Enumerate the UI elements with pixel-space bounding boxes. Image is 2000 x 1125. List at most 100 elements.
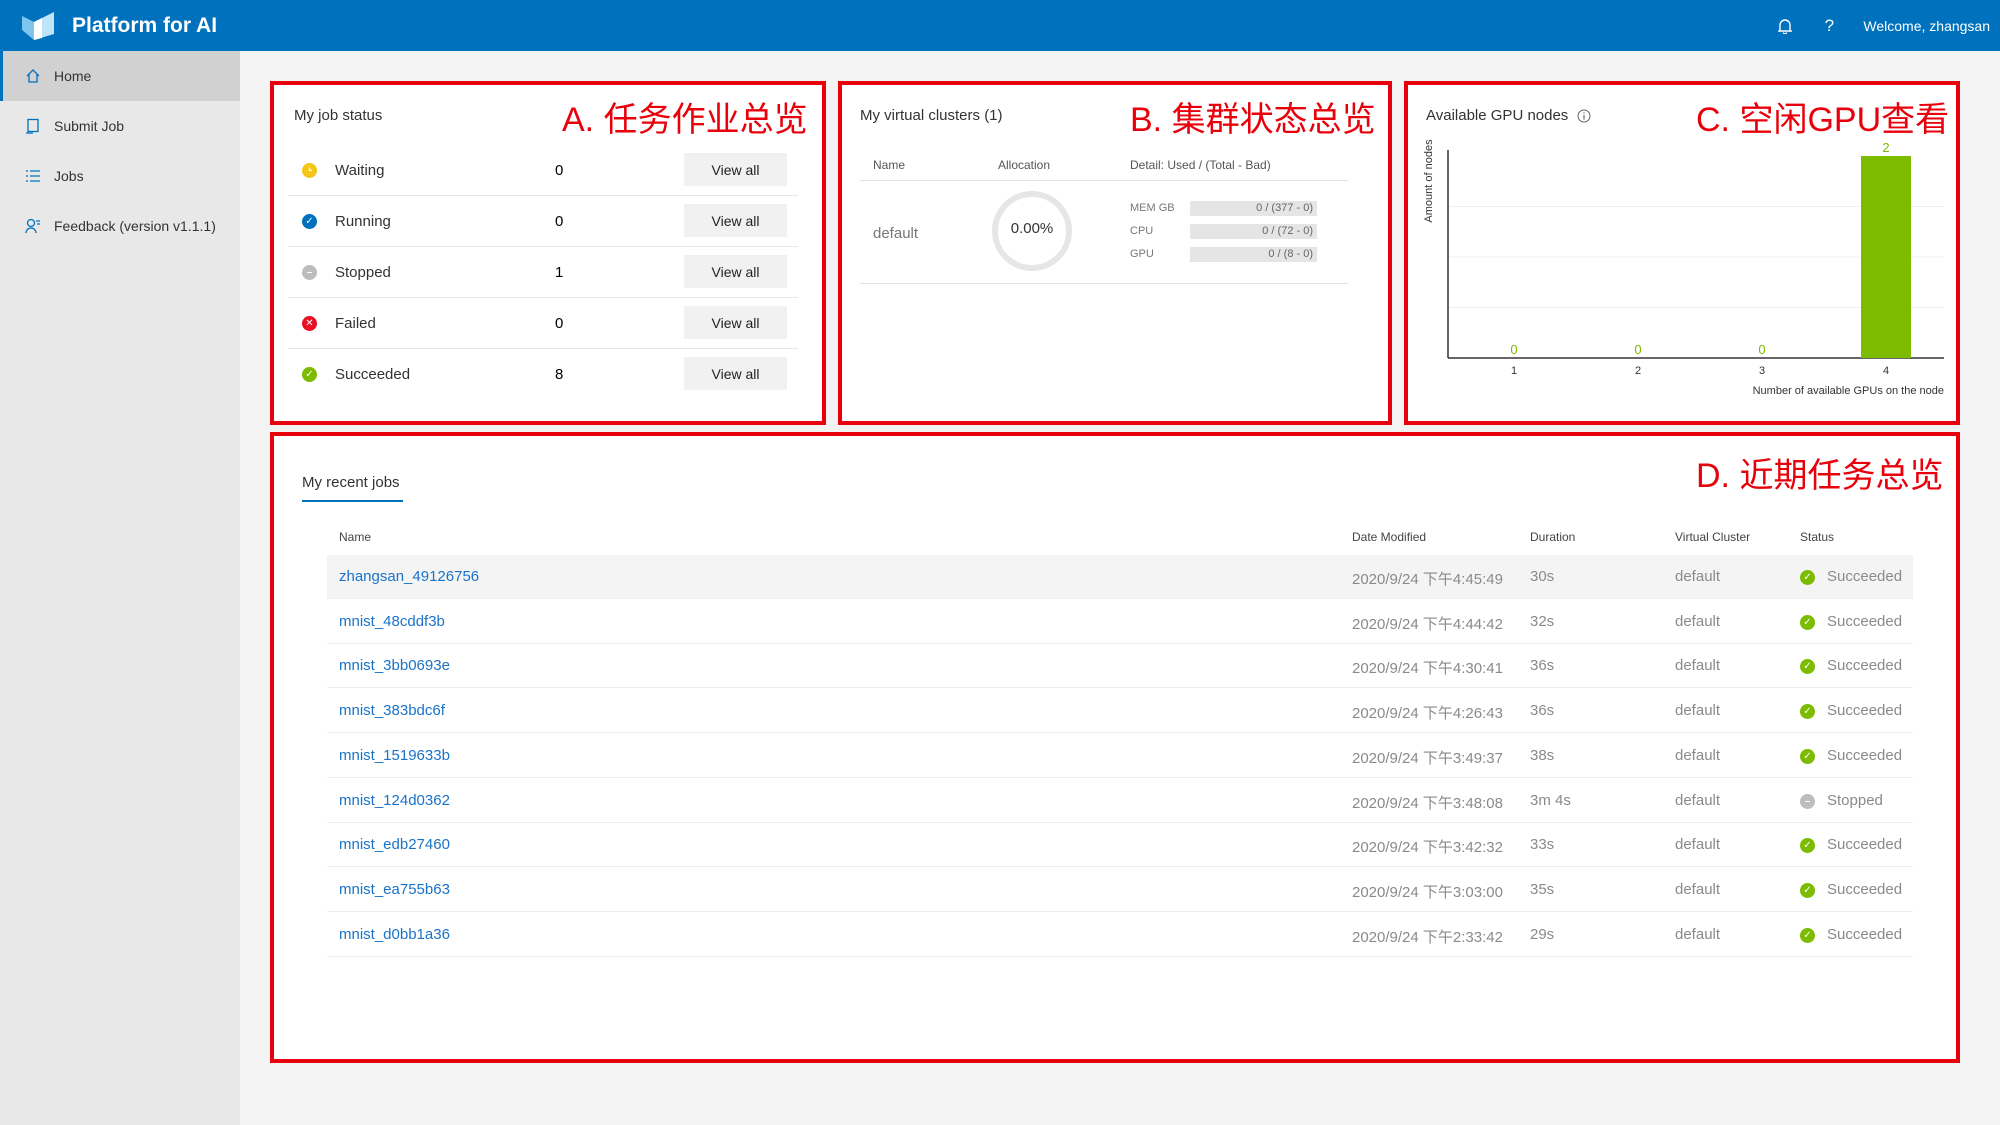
allocation-value: 0.00%: [1010, 220, 1054, 237]
running-icon: ✓: [302, 214, 317, 229]
table-row[interactable]: mnist_383bdc6f 2020/9/24 下午4:26:43 36s defa…: [327, 689, 1913, 734]
job-date: 2020/9/24 下午2:33:42: [1352, 928, 1503, 946]
table-row[interactable]: mnist_48cddf3b 2020/9/24 下午4:44:42 32s defa…: [327, 600, 1913, 644]
chart-data-label: 0: [1510, 342, 1517, 357]
job-duration: 3m 4s: [1530, 791, 1571, 809]
table-row[interactable]: mnist_3bb0693e 2020/9/24 下午4:30:41 36s defa…: [327, 644, 1913, 689]
status-label: Running: [335, 213, 391, 230]
sidebar-item-feedback[interactable]: Feedback (version v1.1.1): [0, 201, 240, 251]
top-bar: Platform for AI ? Welcome, zhangsan: [0, 0, 2000, 51]
chart-data-label: 0: [1634, 342, 1641, 357]
sidebar-item-label: Jobs: [54, 168, 84, 184]
submit-icon: [24, 117, 42, 135]
sidebar: Home Submit Job Jobs Feedback (version v…: [0, 51, 240, 1125]
vc-row-divider: [860, 283, 1348, 284]
sidebar-item-label: Feedback (version v1.1.1): [54, 218, 216, 234]
job-name-link[interactable]: mnist_124d0362: [339, 792, 450, 809]
gpu-nodes-title: Available GPU nodes: [1426, 107, 1569, 124]
resource-label-mem: MEM GB: [1130, 202, 1175, 214]
help-icon[interactable]: ?: [1819, 16, 1839, 36]
chart-data-label: 0: [1758, 342, 1765, 357]
job-name-link[interactable]: mnist_48cddf3b: [339, 613, 445, 630]
job-virtual-cluster: default: [1675, 568, 1721, 585]
vc-row-name[interactable]: default: [873, 225, 918, 242]
succeeded-icon: ✓: [1800, 927, 1815, 943]
table-row[interactable]: mnist_1519633b 2020/9/24 下午3:49:37 38s defa…: [327, 734, 1913, 778]
job-date: 2020/9/24 下午4:26:43: [1352, 705, 1503, 723]
welcome-text: Welcome, zhangsan: [1863, 17, 1990, 34]
annotation-label-d: D. 近期任务总览: [1696, 457, 1944, 495]
chart-tick-label: 4: [1883, 365, 1889, 377]
sidebar-item-home[interactable]: Home: [0, 51, 240, 101]
job-duration: 36s: [1530, 702, 1555, 720]
table-row[interactable]: mnist_ea755b63 2020/9/24 下午3:03:00 35s defa…: [327, 868, 1913, 912]
job-date: 2020/9/24 下午4:44:42: [1352, 615, 1503, 633]
tab-my-recent-jobs[interactable]: My recent jobs: [302, 474, 400, 491]
sidebar-item-jobs[interactable]: Jobs: [0, 151, 240, 201]
logo-icon: [22, 12, 54, 40]
info-icon[interactable]: [1577, 109, 1591, 123]
job-date: 2020/9/24 下午4:45:49: [1352, 571, 1503, 588]
job-name-link[interactable]: mnist_383bdc6f: [339, 702, 445, 719]
job-status: Succeeded: [1827, 836, 1903, 854]
job-virtual-cluster: default: [1675, 657, 1721, 675]
column-header-duration[interactable]: Duration: [1530, 530, 1575, 544]
succeeded-icon: ✓: [1800, 704, 1815, 720]
view-all-stopped-button[interactable]: View all: [684, 255, 787, 288]
view-all-running-button[interactable]: View all: [684, 204, 787, 237]
job-date: 2020/9/24 下午3:42:32: [1352, 839, 1503, 857]
job-name-link[interactable]: zhangsan_49126756: [339, 568, 479, 585]
column-header-status[interactable]: Status: [1800, 530, 1834, 544]
column-header-vc[interactable]: Virtual Cluster: [1675, 530, 1750, 544]
job-duration: 32s: [1530, 612, 1555, 630]
resource-label-gpu: GPU: [1130, 248, 1154, 260]
job-name-link[interactable]: mnist_1519633b: [339, 747, 450, 764]
view-all-failed-button[interactable]: View all: [684, 306, 787, 339]
job-date: 2020/9/24 下午3:03:00: [1352, 883, 1503, 901]
list-icon: [24, 167, 42, 185]
sidebar-item-submit-job[interactable]: Submit Job: [0, 101, 240, 151]
status-row-running: ✓ Running 0 View all: [288, 196, 798, 247]
job-date: 2020/9/24 下午4:30:41: [1352, 660, 1503, 678]
status-label: Failed: [335, 315, 376, 332]
table-row[interactable]: zhangsan_49126756 2020/9/24 下午4:45:49 30s d…: [327, 555, 1913, 599]
job-name-link[interactable]: mnist_ea755b63: [339, 881, 450, 898]
table-row[interactable]: mnist_124d0362 2020/9/24 下午3:48:08 3m 4s de…: [327, 779, 1913, 823]
app-title: Platform for AI: [72, 14, 218, 37]
table-row[interactable]: mnist_d0bb1a36 2020/9/24 下午2:33:42 29s defa…: [327, 913, 1913, 957]
stopped-icon: –: [1800, 793, 1815, 809]
top-right-actions: ? Welcome, zhangsan: [1775, 0, 1990, 51]
chart-data-label: 2: [1882, 140, 1889, 155]
status-count: 1: [555, 264, 564, 281]
job-virtual-cluster: default: [1675, 880, 1721, 898]
job-status: Succeeded: [1827, 746, 1903, 764]
view-all-waiting-button[interactable]: View all: [684, 153, 787, 186]
sidebar-item-label: Submit Job: [54, 118, 125, 134]
bell-icon[interactable]: [1775, 16, 1795, 36]
succeeded-icon: ✓: [1800, 570, 1815, 585]
status-label: Waiting: [335, 162, 385, 179]
column-header-date[interactable]: Date Modified: [1352, 530, 1426, 544]
job-date: 2020/9/24 下午3:49:37: [1352, 749, 1503, 767]
job-name-link[interactable]: mnist_3bb0693e: [339, 657, 450, 674]
succeeded-icon: ✓: [1800, 659, 1815, 675]
chart-bar: [1861, 156, 1911, 358]
job-name-link[interactable]: mnist_edb27460: [339, 836, 450, 853]
job-status: Stopped: [1827, 791, 1883, 809]
status-label: Stopped: [335, 264, 391, 281]
status-label: Succeeded: [335, 366, 411, 383]
status-row-stopped: – Stopped 1 View all: [288, 247, 798, 298]
job-name-link[interactable]: mnist_d0bb1a36: [339, 926, 450, 943]
vc-header-allocation: Allocation: [998, 158, 1051, 172]
job-status: Succeeded: [1827, 657, 1903, 675]
failed-icon: ✕: [302, 316, 317, 331]
status-row-succeeded: ✓ Succeeded 8 View all: [288, 349, 798, 400]
resource-bar-gpu: 0 / (8 - 0): [1190, 247, 1317, 262]
table-row[interactable]: mnist_edb27460 2020/9/24 下午3:42:32 33s defa…: [327, 823, 1913, 868]
gpu-nodes-chart: 0 1 0 2 0 3 2 4 Number of available GPUs on the …: [1423, 139, 1944, 397]
annotation-label-c: C. 空闲GPU查看: [1696, 101, 1950, 139]
column-header-name[interactable]: Name: [339, 530, 371, 544]
job-duration: 36s: [1530, 657, 1555, 675]
annotation-label-a: A. 任务作业总览: [562, 101, 808, 139]
view-all-succeeded-button[interactable]: View all: [684, 357, 787, 390]
